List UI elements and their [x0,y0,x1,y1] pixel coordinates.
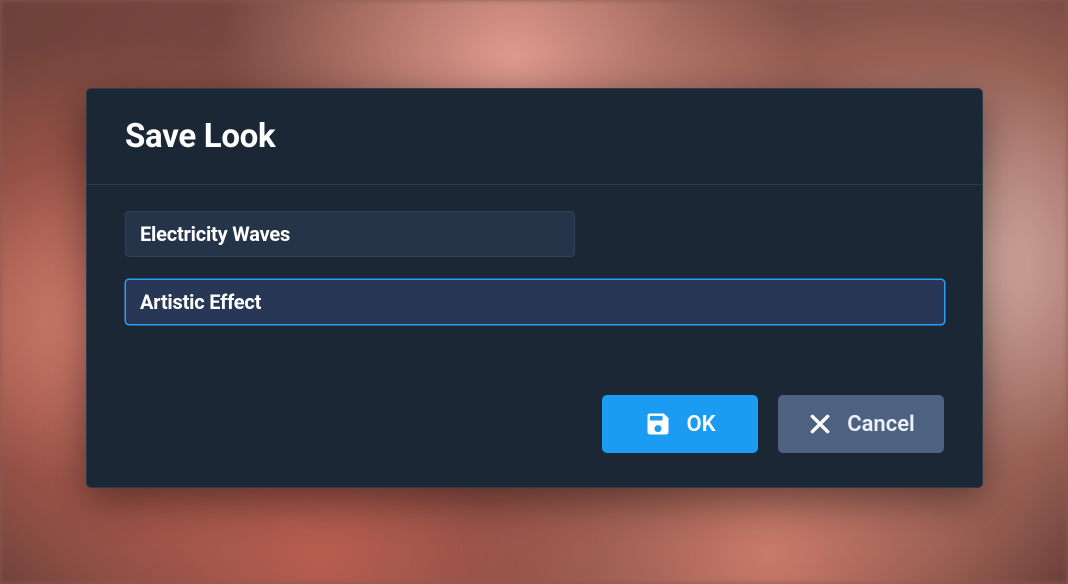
close-icon [807,411,833,437]
dialog-body [87,185,982,343]
look-category-input[interactable] [125,279,945,325]
dialog-title: Save Look [125,117,944,156]
save-look-dialog: Save Look OK Cancel [86,88,983,488]
dialog-header: Save Look [87,89,982,185]
ok-button-label: OK [686,412,715,437]
cancel-button[interactable]: Cancel [778,395,944,453]
dialog-footer: OK Cancel [87,379,982,487]
ok-button[interactable]: OK [602,395,758,453]
look-name-input[interactable] [125,211,575,257]
cancel-button-label: Cancel [847,412,915,437]
save-icon [644,410,672,438]
